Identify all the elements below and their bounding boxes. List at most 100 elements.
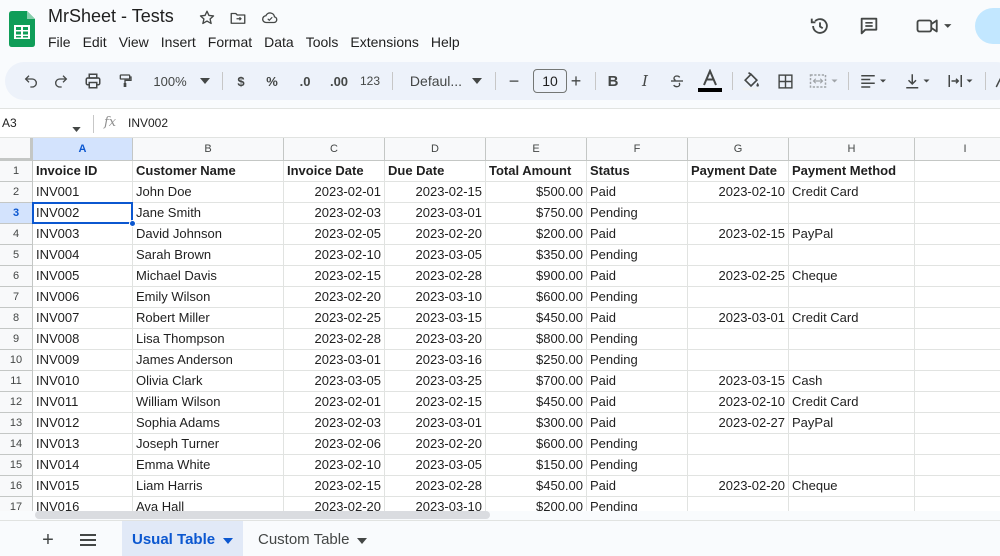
table-cell[interactable]: $450.00 [486,476,587,497]
table-cell[interactable]: 2023-02-01 [284,182,385,203]
currency-format-button[interactable]: $ [231,69,251,93]
column-header-e[interactable]: E [486,138,587,161]
header-cell[interactable]: Invoice ID [33,161,133,182]
table-cell[interactable]: Pending [587,329,688,350]
table-cell[interactable]: $200.00 [486,224,587,245]
table-cell[interactable] [915,455,1000,476]
table-cell[interactable] [688,434,789,455]
table-cell[interactable]: INV005 [33,266,133,287]
header-cell[interactable]: Invoice Date [284,161,385,182]
table-cell[interactable]: 2023-02-20 [385,224,486,245]
font-size-increase-button[interactable]: + [567,69,585,93]
table-cell[interactable]: Pending [587,203,688,224]
header-cell[interactable]: Customer Name [133,161,284,182]
table-cell[interactable]: Lisa Thompson [133,329,284,350]
row-header[interactable]: 4 [0,224,33,245]
table-cell[interactable] [915,497,1000,511]
table-cell[interactable]: INV016 [33,497,133,511]
table-cell[interactable]: INV007 [33,308,133,329]
vertical-align-icon[interactable] [900,69,938,93]
table-cell[interactable]: 2023-02-10 [284,245,385,266]
table-cell[interactable]: John Doe [133,182,284,203]
table-cell[interactable]: William Wilson [133,392,284,413]
table-cell[interactable]: Credit Card [789,182,915,203]
row-header[interactable]: 1 [0,161,33,182]
select-all-corner[interactable] [0,138,33,161]
table-cell[interactable]: 2023-02-01 [284,392,385,413]
sheet-tab-dropdown-icon[interactable] [357,531,368,548]
row-header[interactable]: 9 [0,329,33,350]
header-cell[interactable]: Status [587,161,688,182]
table-cell[interactable]: 2023-03-01 [385,203,486,224]
table-cell[interactable]: INV010 [33,371,133,392]
table-cell[interactable]: Sophia Adams [133,413,284,434]
table-cell[interactable]: 2023-02-25 [688,266,789,287]
row-header[interactable]: 7 [0,287,33,308]
table-cell[interactable]: Credit Card [789,308,915,329]
row-header[interactable]: 11 [0,371,33,392]
table-cell[interactable]: Ava Hall [133,497,284,511]
decrease-decimal-button[interactable]: .0 [292,69,318,93]
table-cell[interactable]: Sarah Brown [133,245,284,266]
table-cell[interactable] [789,350,915,371]
table-cell[interactable] [789,434,915,455]
table-cell[interactable]: Paid [587,413,688,434]
table-cell[interactable]: INV015 [33,476,133,497]
sheets-logo-icon[interactable] [9,11,35,47]
table-cell[interactable]: INV004 [33,245,133,266]
horizontal-scrollbar[interactable] [35,511,490,519]
fill-handle[interactable] [129,220,136,227]
table-cell[interactable]: INV014 [33,455,133,476]
table-cell[interactable]: David Johnson [133,224,284,245]
table-cell[interactable] [915,224,1000,245]
table-cell[interactable] [915,392,1000,413]
table-cell[interactable] [915,476,1000,497]
move-folder-icon[interactable] [228,8,248,28]
header-cell[interactable]: Payment Date [688,161,789,182]
table-cell[interactable]: Cheque [789,476,915,497]
table-cell[interactable] [915,329,1000,350]
table-cell[interactable]: 2023-02-20 [284,497,385,511]
name-box[interactable]: A3 [2,116,17,130]
meet-video-icon[interactable] [912,12,956,40]
header-cell[interactable] [915,161,1000,182]
comments-icon[interactable] [855,12,883,40]
table-cell[interactable] [688,350,789,371]
table-cell[interactable] [915,434,1000,455]
redo-icon[interactable] [49,69,73,93]
table-cell[interactable]: 2023-03-10 [385,497,486,511]
table-cell[interactable]: Paid [587,308,688,329]
number-format-button[interactable]: 123 [356,69,384,93]
table-cell[interactable]: $250.00 [486,350,587,371]
table-cell[interactable]: Joseph Turner [133,434,284,455]
percent-format-button[interactable]: % [262,69,282,93]
row-header[interactable]: 3 [0,203,33,224]
table-cell[interactable]: 2023-03-25 [385,371,486,392]
table-cell[interactable]: 2023-03-15 [385,308,486,329]
table-cell[interactable] [915,182,1000,203]
all-sheets-menu-icon[interactable] [76,529,100,551]
font-size-input[interactable]: 10 [533,69,567,93]
row-header[interactable]: 12 [0,392,33,413]
name-box-dropdown-icon[interactable] [72,119,81,137]
table-cell[interactable]: 2023-03-01 [688,308,789,329]
table-cell[interactable]: 2023-02-15 [284,476,385,497]
column-header-c[interactable]: C [284,138,385,161]
menu-help[interactable]: Help [425,32,466,52]
table-cell[interactable]: $750.00 [486,203,587,224]
table-cell[interactable] [688,497,789,511]
table-cell[interactable] [915,266,1000,287]
table-cell[interactable] [915,308,1000,329]
row-header[interactable]: 15 [0,455,33,476]
table-cell[interactable]: 2023-03-01 [385,413,486,434]
table-cell[interactable]: INV003 [33,224,133,245]
row-header[interactable]: 6 [0,266,33,287]
table-cell[interactable]: 2023-02-20 [385,434,486,455]
column-header-b[interactable]: B [133,138,284,161]
row-header[interactable]: 13 [0,413,33,434]
row-header[interactable]: 16 [0,476,33,497]
cloud-saved-icon[interactable] [260,8,280,28]
version-history-icon[interactable] [806,12,834,40]
borders-icon[interactable] [773,69,797,93]
row-header[interactable]: 14 [0,434,33,455]
